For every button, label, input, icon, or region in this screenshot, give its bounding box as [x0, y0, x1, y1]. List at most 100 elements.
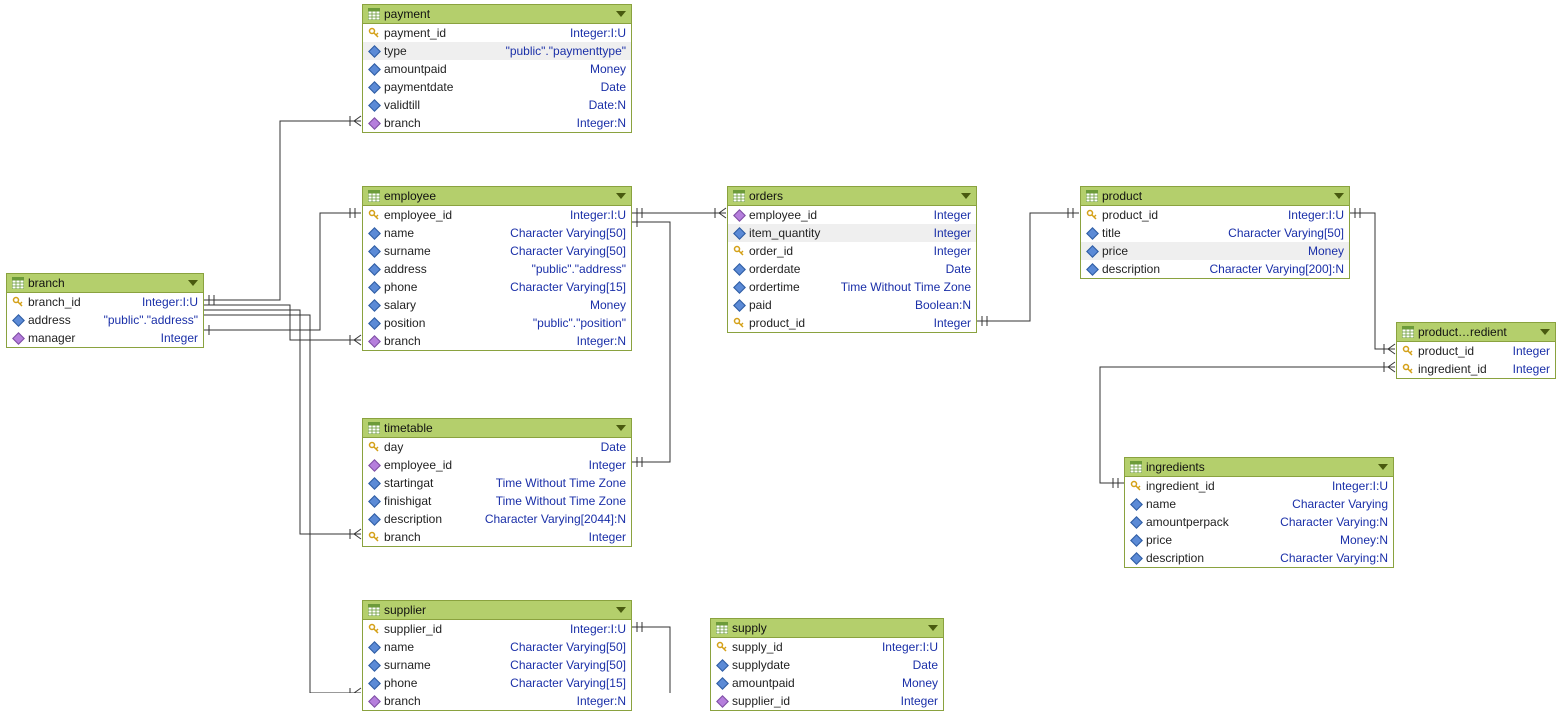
column-type: Integer:I:U — [142, 294, 198, 310]
column-row[interactable]: item_quantityInteger — [728, 224, 976, 242]
column-row[interactable]: paymentdateDate — [363, 78, 631, 96]
column-row[interactable]: order_idInteger — [728, 242, 976, 260]
column-icon — [368, 643, 380, 652]
column-name: validtill — [384, 97, 420, 113]
column-row[interactable]: branch_idInteger:I:U — [7, 293, 203, 311]
entity-supply[interactable]: supplysupply_idInteger:I:UsupplydateDate… — [710, 618, 944, 711]
column-row[interactable]: surnameCharacter Varying[50] — [363, 242, 631, 260]
column-icon — [368, 65, 380, 74]
column-row[interactable]: ordertimeTime Without Time Zone — [728, 278, 976, 296]
column-row[interactable]: product_idInteger — [1397, 342, 1555, 360]
entity-employee[interactable]: employeeemployee_idInteger:I:UnameCharac… — [362, 186, 632, 351]
column-row[interactable]: employee_idInteger:I:U — [363, 206, 631, 224]
entity-branch[interactable]: branchbranch_idInteger:I:Uaddress"public… — [6, 273, 204, 348]
column-row[interactable]: amountperpackCharacter Varying:N — [1125, 513, 1393, 531]
entity-ingredients[interactable]: ingredientsingredient_idInteger:I:UnameC… — [1124, 457, 1394, 568]
column-row[interactable]: employee_idInteger — [363, 456, 631, 474]
column-row[interactable]: paidBoolean:N — [728, 296, 976, 314]
column-row[interactable]: nameCharacter Varying — [1125, 495, 1393, 513]
column-row[interactable]: nameCharacter Varying[50] — [363, 638, 631, 656]
collapse-icon[interactable] — [928, 625, 938, 631]
column-row[interactable]: managerInteger — [7, 329, 203, 347]
column-row[interactable]: surnameCharacter Varying[50] — [363, 656, 631, 674]
collapse-icon[interactable] — [616, 607, 626, 613]
column-row[interactable]: position"public"."position" — [363, 314, 631, 332]
column-row[interactable]: orderdateDate — [728, 260, 976, 278]
entity-product[interactable]: productproduct_idInteger:I:UtitleCharact… — [1080, 186, 1350, 279]
column-row[interactable]: titleCharacter Varying[50] — [1081, 224, 1349, 242]
entity-header[interactable]: branch — [7, 274, 203, 293]
column-row[interactable]: branchInteger — [363, 528, 631, 546]
entity-supplier[interactable]: suppliersupplier_idInteger:I:UnameCharac… — [362, 600, 632, 711]
column-row[interactable]: branchInteger:N — [363, 114, 631, 132]
column-row[interactable]: supplydateDate — [711, 656, 943, 674]
entity-header[interactable]: timetable — [363, 419, 631, 438]
entity-header[interactable]: ingredients — [1125, 458, 1393, 477]
column-row[interactable]: branchInteger:N — [363, 692, 631, 710]
entity-header[interactable]: product…redient — [1397, 323, 1555, 342]
entity-header[interactable]: supply — [711, 619, 943, 638]
column-row[interactable]: amountpaidMoney — [711, 674, 943, 692]
column-type: Integer — [1513, 343, 1550, 359]
column-type: Character Varying[2044]:N — [485, 511, 626, 527]
entity-header[interactable]: employee — [363, 187, 631, 206]
column-row[interactable]: address"public"."address" — [363, 260, 631, 278]
column-row[interactable]: nameCharacter Varying[50] — [363, 224, 631, 242]
column-type: Money — [590, 61, 626, 77]
column-row[interactable]: priceMoney:N — [1125, 531, 1393, 549]
entity-product_ingredient[interactable]: product…redientproduct_idIntegeringredie… — [1396, 322, 1556, 379]
entity-timetable[interactable]: timetabledayDateemployee_idIntegerstarti… — [362, 418, 632, 547]
column-row[interactable]: product_idInteger:I:U — [1081, 206, 1349, 224]
column-row[interactable]: supplier_idInteger:I:U — [363, 620, 631, 638]
primary-key-icon — [368, 531, 380, 543]
column-type: Integer — [589, 529, 626, 545]
column-row[interactable]: amountpaidMoney — [363, 60, 631, 78]
column-row[interactable]: type"public"."paymenttype" — [363, 42, 631, 60]
column-name: surname — [384, 657, 431, 673]
entity-orders[interactable]: ordersemployee_idIntegeritem_quantityInt… — [727, 186, 977, 333]
column-row[interactable]: product_idInteger — [728, 314, 976, 332]
entity-header[interactable]: payment — [363, 5, 631, 24]
column-row[interactable]: descriptionCharacter Varying[200]:N — [1081, 260, 1349, 278]
column-row[interactable]: startingatTime Without Time Zone — [363, 474, 631, 492]
column-row[interactable]: validtillDate:N — [363, 96, 631, 114]
column-name: item_quantity — [749, 225, 820, 241]
column-row[interactable]: branchInteger:N — [363, 332, 631, 350]
table-icon — [716, 622, 728, 634]
collapse-icon[interactable] — [1334, 193, 1344, 199]
column-type: Character Varying:N — [1280, 514, 1388, 530]
column-row[interactable]: phoneCharacter Varying[15] — [363, 674, 631, 692]
column-row[interactable]: phoneCharacter Varying[15] — [363, 278, 631, 296]
entity-header[interactable]: orders — [728, 187, 976, 206]
column-row[interactable]: finishigatTime Without Time Zone — [363, 492, 631, 510]
collapse-icon[interactable] — [1378, 464, 1388, 470]
column-row[interactable]: descriptionCharacter Varying:N — [1125, 549, 1393, 567]
column-icon — [733, 229, 745, 238]
column-row[interactable]: description Character Varying[2044]:N — [363, 510, 631, 528]
column-row[interactable]: payment_idInteger:I:U — [363, 24, 631, 42]
column-type: Money:N — [1340, 532, 1388, 548]
column-row[interactable]: priceMoney — [1081, 242, 1349, 260]
column-row[interactable]: employee_idInteger — [728, 206, 976, 224]
column-row[interactable]: address"public"."address" — [7, 311, 203, 329]
column-name: product_id — [749, 315, 805, 331]
entity-header[interactable]: product — [1081, 187, 1349, 206]
column-row[interactable]: supplier_idInteger — [711, 692, 943, 710]
column-row[interactable]: salaryMoney — [363, 296, 631, 314]
collapse-icon[interactable] — [616, 425, 626, 431]
collapse-icon[interactable] — [188, 280, 198, 286]
entity-payment[interactable]: paymentpayment_idInteger:I:Utype"public"… — [362, 4, 632, 133]
table-icon — [368, 8, 380, 20]
collapse-icon[interactable] — [961, 193, 971, 199]
column-row[interactable]: supply_idInteger:I:U — [711, 638, 943, 656]
column-row[interactable]: ingredient_idInteger — [1397, 360, 1555, 378]
column-name: product_id — [1102, 207, 1158, 223]
collapse-icon[interactable] — [616, 193, 626, 199]
column-name: supplier_id — [384, 621, 442, 637]
collapse-icon[interactable] — [1540, 329, 1550, 335]
column-row[interactable]: dayDate — [363, 438, 631, 456]
entity-header[interactable]: supplier — [363, 601, 631, 620]
column-row[interactable]: ingredient_idInteger:I:U — [1125, 477, 1393, 495]
collapse-icon[interactable] — [616, 11, 626, 17]
column-name: description — [384, 511, 442, 527]
